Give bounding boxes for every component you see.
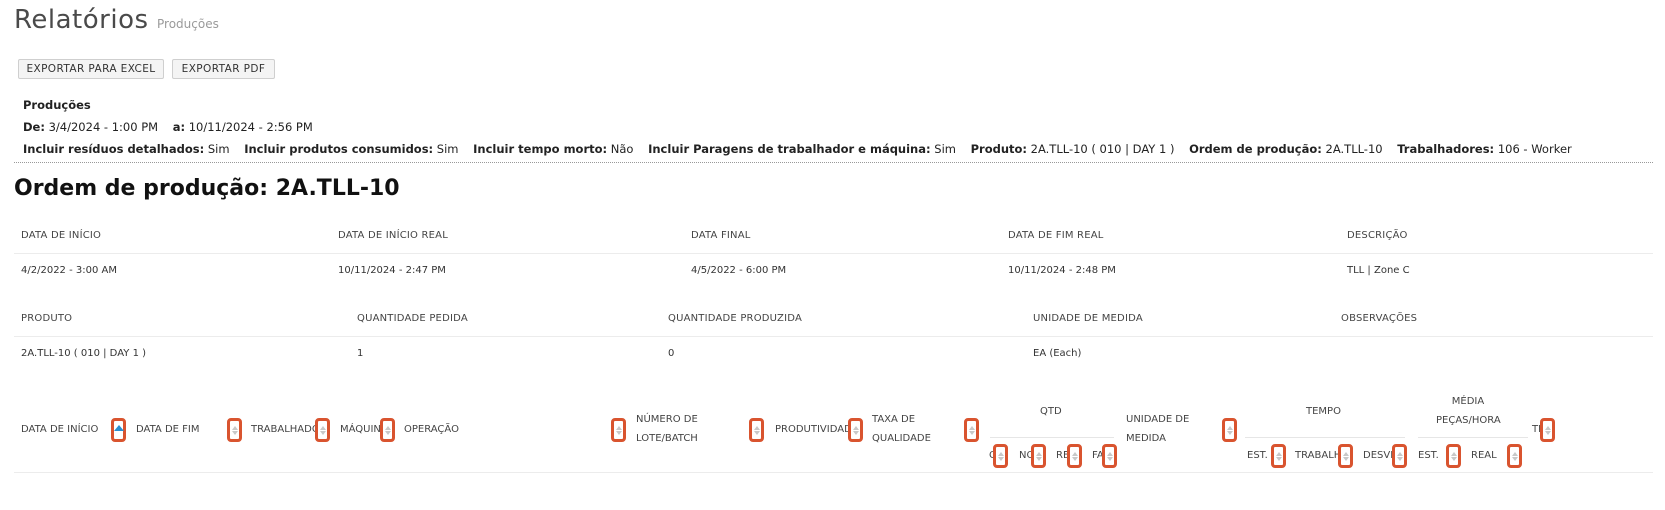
row-divider (14, 253, 1653, 254)
table-header-divider (14, 472, 1653, 473)
col-group-qtd: QTD (1040, 406, 1062, 417)
filter-consumed-value: Sim (436, 142, 459, 156)
filter-stops-value: Sim (934, 142, 956, 156)
sort-quality-icon[interactable] (964, 418, 979, 442)
sort-time-dev-icon[interactable] (1392, 444, 1407, 468)
ordered-qty-value: 1 (357, 348, 364, 359)
filter-to-value: 10/11/2024 - 2:56 PM (188, 120, 313, 134)
unit-label: UNIDADE DE MEDIDA (1033, 313, 1143, 324)
filter-deadtime-label: Incluir tempo morto: (473, 142, 608, 156)
col-lot[interactable]: NÚMERO DE LOTE/BATCH (636, 410, 698, 448)
col-start-date[interactable]: DATA DE INÍCIO (21, 420, 98, 439)
col-quality[interactable]: TAXA DE QUALIDADE (872, 410, 931, 448)
filter-order-label: Ordem de produção: (1189, 142, 1322, 156)
sort-worker-icon[interactable] (315, 418, 330, 442)
col-unit-line1: UNIDADE DE (1126, 414, 1190, 425)
page-title: Relatórios (14, 5, 149, 35)
col-productivity[interactable]: PRODUTIVIDADE (775, 420, 858, 439)
row-divider (14, 336, 1653, 337)
sort-nok-icon[interactable] (1031, 444, 1046, 468)
start-date-value: 4/2/2022 - 3:00 AM (21, 265, 117, 276)
sort-lot-icon[interactable] (749, 418, 764, 442)
col-unit-line2: MEDIDA (1126, 433, 1166, 444)
col-group-avg-line2: PEÇAS/HORA (1436, 415, 1501, 426)
description-value: TLL | Zone C (1347, 265, 1410, 276)
col-unit[interactable]: UNIDADE DE MEDIDA (1126, 410, 1189, 448)
export-excel-button[interactable]: EXPORTAR PARA EXCEL (18, 59, 164, 79)
section-divider (14, 162, 1653, 163)
produced-qty-value: 0 (668, 348, 675, 359)
sort-start-date-icon[interactable] (111, 418, 126, 442)
sort-machine-icon[interactable] (380, 418, 395, 442)
filter-stops-label: Incluir Paragens de trabalhador e máquin… (648, 142, 931, 156)
unit-value: EA (Each) (1033, 348, 1082, 359)
filter-order-value: 2A.TLL-10 (1325, 142, 1383, 156)
page-subtitle: Produções (157, 17, 219, 31)
col-quality-line2: QUALIDADE (872, 433, 931, 444)
col-avg-real[interactable]: REAL (1471, 446, 1497, 465)
sort-ok-icon[interactable] (993, 444, 1008, 468)
order-heading: Ordem de produção: 2A.TLL-10 (14, 176, 400, 201)
col-time-est[interactable]: EST. (1247, 446, 1268, 465)
sort-productivity-icon[interactable] (848, 418, 863, 442)
sort-unit-icon[interactable] (1222, 418, 1237, 442)
filter-workers-label: Trabalhadores: (1397, 142, 1495, 156)
col-operation[interactable]: OPERAÇÃO (404, 420, 459, 439)
product-label: PRODUTO (21, 313, 73, 324)
filter-to-label: a: (172, 120, 186, 134)
filter-date-range: De: 3/4/2024 - 1:00 PM a: 10/11/2024 - 2… (23, 120, 313, 134)
sort-time-work-icon[interactable] (1338, 444, 1353, 468)
col-lot-line1: NÚMERO DE (636, 414, 698, 425)
sort-tll-icon[interactable] (1540, 418, 1555, 442)
col-group-time: TEMPO (1306, 406, 1341, 417)
sort-end-date-icon[interactable] (227, 418, 242, 442)
real-end-date-label: DATA DE FIM REAL (1008, 230, 1104, 241)
col-avg-est[interactable]: EST. (1418, 446, 1439, 465)
filters-heading: Produções (23, 98, 91, 112)
filter-from-value: 3/4/2024 - 1:00 PM (48, 120, 159, 134)
filter-options: Incluir resíduos detalhados: Sim Incluir… (23, 142, 1572, 156)
ordered-qty-label: QUANTIDADE PEDIDA (357, 313, 468, 324)
sort-avg-est-icon[interactable] (1446, 444, 1461, 468)
col-lot-line2: LOTE/BATCH (636, 433, 698, 444)
sort-time-est-icon[interactable] (1271, 444, 1286, 468)
real-end-date-value: 10/11/2024 - 2:48 PM (1008, 265, 1116, 276)
filter-residues-label: Incluir resíduos detalhados: (23, 142, 205, 156)
end-date-value: 4/5/2022 - 6:00 PM (691, 265, 787, 276)
qtd-group-divider (990, 437, 1114, 438)
real-start-date-label: DATA DE INÍCIO REAL (338, 230, 448, 241)
start-date-label: DATA DE INÍCIO (21, 230, 102, 241)
col-quality-line1: TAXA DE (872, 414, 916, 425)
export-pdf-button[interactable]: EXPORTAR PDF (172, 59, 275, 79)
col-group-avg: MÉDIA PEÇAS/HORA (1436, 392, 1501, 430)
filter-deadtime-value: Não (610, 142, 634, 156)
col-group-avg-line1: MÉDIA (1451, 396, 1485, 407)
filter-product-label: Produto: (970, 142, 1028, 156)
filter-product-value: 2A.TLL-10 ( 010 | DAY 1 ) (1030, 142, 1175, 156)
filter-residues-value: Sim (207, 142, 230, 156)
real-start-date-value: 10/11/2024 - 2:47 PM (338, 265, 446, 276)
col-end-date[interactable]: DATA DE FIM (136, 420, 199, 439)
filter-consumed-label: Incluir produtos consumidos: (244, 142, 434, 156)
sort-operation-icon[interactable] (611, 418, 626, 442)
product-value: 2A.TLL-10 ( 010 | DAY 1 ) (21, 348, 147, 359)
produced-qty-label: QUANTIDADE PRODUZIDA (668, 313, 802, 324)
sort-rec-icon[interactable] (1067, 444, 1082, 468)
sort-fat-icon[interactable] (1102, 444, 1117, 468)
time-group-divider (1245, 437, 1405, 438)
filter-workers-value: 106 - Worker (1497, 142, 1572, 156)
filter-from-label: De: (23, 120, 45, 134)
sort-avg-real-icon[interactable] (1507, 444, 1522, 468)
avg-group-divider (1418, 437, 1528, 438)
end-date-label: DATA FINAL (691, 230, 751, 241)
observations-label: OBSERVAÇÕES (1341, 313, 1418, 324)
description-label: DESCRIÇÃO (1347, 230, 1408, 241)
